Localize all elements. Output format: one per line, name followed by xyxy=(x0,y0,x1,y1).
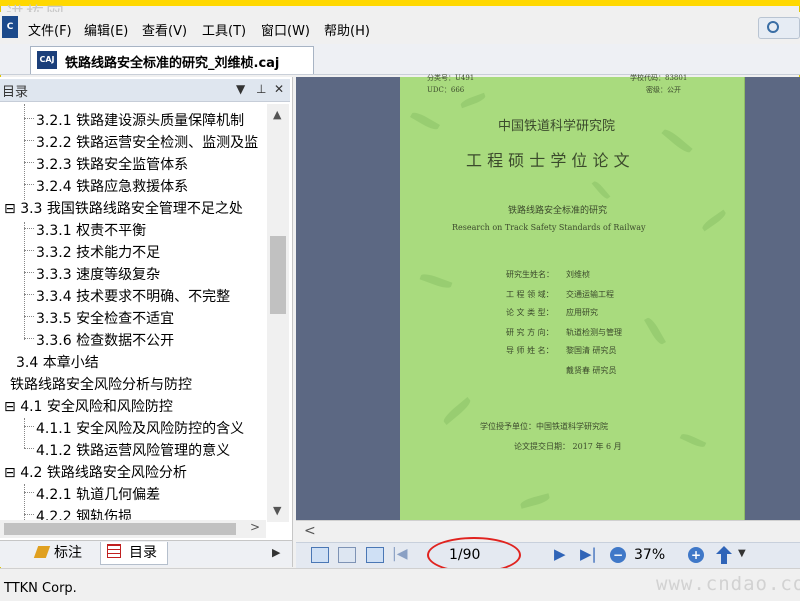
toc-item[interactable]: ⊟ 4.2 铁路线路安全风险分析 xyxy=(4,462,187,482)
single-page-view-icon[interactable] xyxy=(311,547,329,563)
thesis-title-cn: 铁路线路安全标准的研究 xyxy=(508,206,608,216)
menu-file[interactable]: 文件(F) xyxy=(28,20,72,39)
document-tab[interactable]: CAJ 铁路线路安全标准的研究_刘维桢.caj xyxy=(30,46,314,74)
scroll-up-icon[interactable]: ▲ xyxy=(273,108,281,121)
scroll-thumb[interactable] xyxy=(270,236,286,314)
toc-item[interactable]: 3.2.4 铁路应急救援体系 xyxy=(36,176,188,196)
toc-item-label: 4.1 安全风险和风险防控 xyxy=(20,399,173,415)
toc-item[interactable]: 3.3.1 权责不平衡 xyxy=(36,220,146,240)
security-level: 密级：公开 xyxy=(646,86,681,94)
document-page[interactable]: 分类号：U491 学校代码：83801 UDC：666 密级：公开 中国铁道科学… xyxy=(400,74,744,520)
search-icon xyxy=(767,21,779,33)
field-label: 导 师 姓 名： xyxy=(506,346,554,355)
toc-panel-header: 目录 ▼ ⊥ ✕ xyxy=(0,79,290,102)
toc-item[interactable]: 3.4 本章小结 xyxy=(16,352,99,372)
watermark-bottom: www.cndao.com xyxy=(656,573,800,595)
continuous-view-icon[interactable] xyxy=(366,547,384,563)
toc-item[interactable]: 4.2.1 轨道几何偏差 xyxy=(36,484,160,504)
close-icon[interactable]: ✕ xyxy=(274,82,284,96)
toc-item[interactable]: 3.2.1 铁路建设源头质量保障机制 xyxy=(36,110,244,130)
first-page-icon[interactable]: |◀ xyxy=(392,546,407,562)
field-value: 黎国清 研究员 xyxy=(566,346,617,355)
search-toggle-button[interactable] xyxy=(758,17,800,39)
tab-notes[interactable]: 标注 xyxy=(33,542,96,564)
menu-window[interactable]: 窗口(W) xyxy=(261,20,310,39)
field-label: 论 文 类 型： xyxy=(506,308,554,317)
title-bar xyxy=(0,0,800,6)
toc-item[interactable]: 3.3.6 检查数据不公开 xyxy=(36,330,174,350)
pin-icon[interactable]: ⊥ xyxy=(256,82,266,96)
menu-view[interactable]: 查看(V) xyxy=(142,20,187,39)
scroll-up-arrow-icon[interactable] xyxy=(716,546,732,564)
scroll-thumb[interactable] xyxy=(4,523,236,535)
toc-item[interactable]: 铁路线路安全风险分析与防控 xyxy=(10,374,192,394)
page-number-indicator[interactable]: 1/90 xyxy=(427,537,537,573)
toc-item[interactable]: ⊟ 4.1 安全风险和风险防控 xyxy=(4,396,173,416)
document-tab-title: 铁路线路安全标准的研究_刘维桢.caj xyxy=(65,56,280,71)
toc-horizontal-scrollbar[interactable]: > xyxy=(0,520,266,538)
field-value: 交通运输工程 xyxy=(566,290,614,299)
toc-item[interactable]: 3.3.5 安全检查不适宜 xyxy=(36,308,174,328)
app-icon[interactable]: C xyxy=(2,16,18,38)
pen-icon xyxy=(33,546,51,558)
caj-file-icon: CAJ xyxy=(37,51,57,69)
toc-item-label: 3.3 我国铁路线路安全管理不足之处 xyxy=(20,201,243,217)
status-text: TTKN Corp. xyxy=(4,581,77,596)
facing-pages-view-icon[interactable] xyxy=(338,547,356,563)
toc-item[interactable]: 3.3.4 技术要求不明确、不完整 xyxy=(36,286,230,306)
last-page-icon[interactable]: ▶| xyxy=(580,545,597,563)
institute-name: 中国铁道科学研究院 xyxy=(498,119,616,134)
zoom-out-icon[interactable]: − xyxy=(610,547,626,563)
document-horizontal-scrollbar[interactable]: < xyxy=(296,520,800,543)
toc-panel-title: 目录 xyxy=(2,85,29,100)
field-value: 刘维桢 xyxy=(566,270,590,279)
zoom-in-icon[interactable]: + xyxy=(688,547,704,563)
tab-notes-label: 标注 xyxy=(54,545,82,561)
field-value: 戴贤春 研究员 xyxy=(566,366,617,375)
field-label: 研究生姓名： xyxy=(506,270,554,279)
degree-grant-unit: 学位授予单位：中国铁道科学研究院 xyxy=(480,422,608,431)
toc-item[interactable]: 3.3.3 速度等级复杂 xyxy=(36,264,160,284)
toc-item[interactable]: 3.3.2 技术能力不足 xyxy=(36,242,160,262)
menu-tools[interactable]: 工具(T) xyxy=(202,20,246,39)
classification-number: 分类号：U491 xyxy=(427,74,475,82)
field-label: 工 程 领 域： xyxy=(506,290,554,299)
scroll-down-icon[interactable]: ▼ xyxy=(273,504,281,517)
field-label: 研 究 方 向： xyxy=(506,328,554,337)
menu-edit[interactable]: 编辑(E) xyxy=(84,20,128,39)
panel-dropdown-icon[interactable]: ▼ xyxy=(236,82,245,96)
next-page-icon[interactable]: ▶ xyxy=(554,545,566,563)
tab-toc-label: 目录 xyxy=(129,545,157,561)
zoom-level[interactable]: 37% xyxy=(634,547,665,563)
toc-item-label: 4.2 铁路线路安全风险分析 xyxy=(20,465,187,481)
menu-help[interactable]: 帮助(H) xyxy=(324,20,370,39)
field-value: 应用研究 xyxy=(566,308,598,317)
panel-expand-icon[interactable]: ▶ xyxy=(272,546,280,559)
tab-toc[interactable]: 目录 xyxy=(100,542,168,565)
school-code: 学校代码：83801 xyxy=(630,74,688,82)
toc-item[interactable]: 3.2.3 铁路安全监管体系 xyxy=(36,154,188,174)
toc-tree: 3.2.1 铁路建设源头质量保障机制 3.2.2 铁路运营安全检测、监测及监 3… xyxy=(0,104,266,524)
toc-item[interactable]: ⊟ 3.3 我国铁路线路安全管理不足之处 xyxy=(4,198,243,218)
submission-date: 论文提交日期： 2017 年 6 月 xyxy=(514,442,622,451)
toc-item[interactable]: 4.1.1 安全风险及风险防控的含义 xyxy=(36,418,244,438)
toc-item[interactable]: 4.1.2 铁路运营风险管理的意义 xyxy=(36,440,230,460)
scroll-right-icon[interactable]: > xyxy=(250,520,260,534)
degree-type: 工 程 硕 士 学 位 论 文 xyxy=(466,151,630,170)
toc-item[interactable]: 3.2.2 铁路运营安全检测、监测及监 xyxy=(36,132,258,152)
scroll-left-icon[interactable]: < xyxy=(304,523,316,539)
toolbar-dropdown-icon[interactable]: ▼ xyxy=(738,548,746,559)
toc-vertical-scrollbar[interactable]: ▲ ▼ xyxy=(267,104,289,522)
field-value: 轨道检测与管理 xyxy=(566,328,622,337)
thesis-title-en: Research on Track Safety Standards of Ra… xyxy=(452,223,646,232)
toc-icon xyxy=(107,544,121,558)
udc-number: UDC：666 xyxy=(427,86,465,94)
